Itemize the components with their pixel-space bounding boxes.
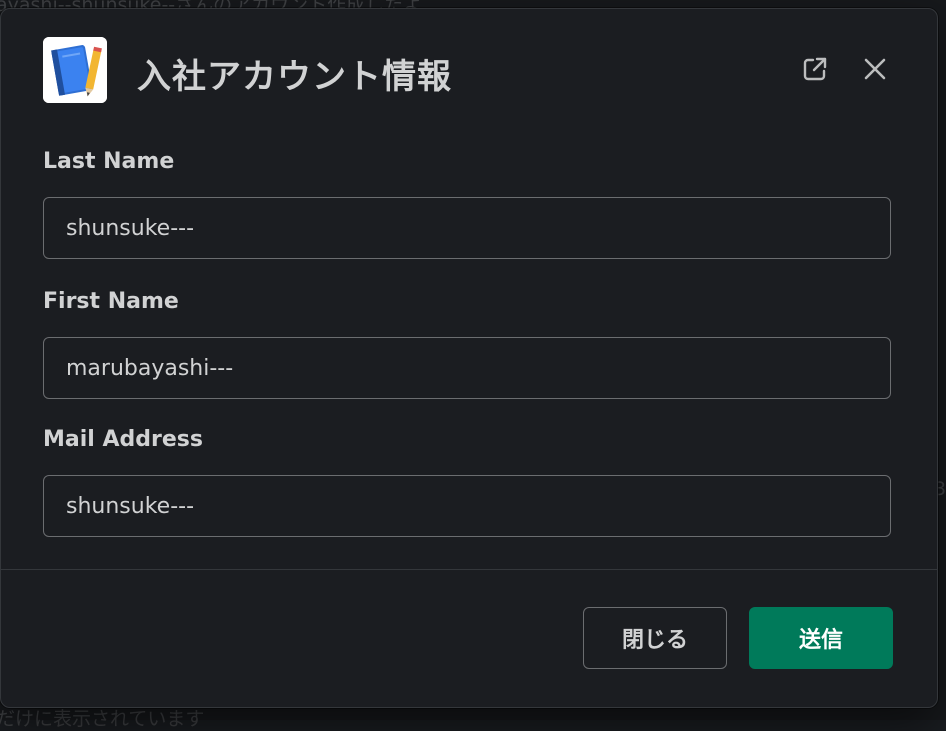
- background-ephemeral-notice: だけに表示されています: [0, 708, 205, 730]
- last-name-label: Last Name: [43, 149, 175, 174]
- close-button[interactable]: [857, 51, 893, 87]
- mail-address-input[interactable]: [43, 475, 891, 537]
- external-link-icon: [803, 57, 827, 81]
- first-name-input[interactable]: [43, 337, 891, 399]
- close-icon: [864, 58, 886, 80]
- footer-divider: [1, 569, 937, 570]
- submit-button[interactable]: 送信: [749, 607, 893, 669]
- notebook-icon: [43, 37, 107, 103]
- last-name-input[interactable]: [43, 197, 891, 259]
- close-text-button[interactable]: 閉じる: [583, 607, 727, 669]
- mail-address-label: Mail Address: [43, 427, 203, 452]
- first-name-label: First Name: [43, 289, 179, 314]
- modal-dialog: 入社アカウント情報 Last Name First Name Mail Addr…: [0, 8, 938, 708]
- external-link-button[interactable]: [797, 51, 833, 87]
- modal-title: 入社アカウント情報: [137, 57, 452, 97]
